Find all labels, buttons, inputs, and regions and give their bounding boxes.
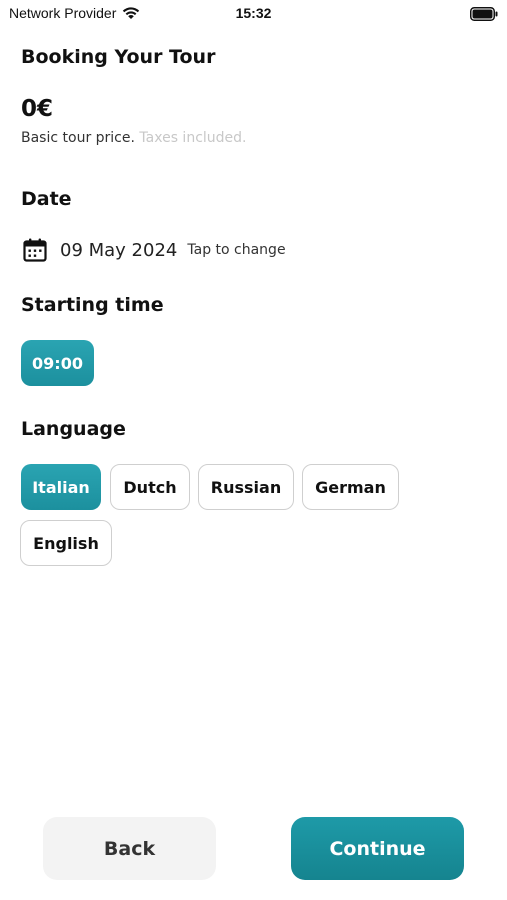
language-option-english[interactable]: English: [20, 520, 112, 566]
language-option-german[interactable]: German: [302, 464, 399, 510]
battery-icon: [470, 6, 498, 21]
language-option-italian[interactable]: Italian: [21, 464, 101, 510]
status-bar: Network Provider 15:32: [0, 0, 507, 28]
continue-button[interactable]: Continue: [291, 817, 464, 880]
page-title: Booking Your Tour: [21, 46, 216, 68]
date-hint: Tap to change: [187, 242, 286, 258]
language-label: Language: [21, 418, 126, 440]
date-picker[interactable]: 09 May 2024 Tap to change: [21, 234, 286, 266]
time-option-0900[interactable]: 09:00: [21, 340, 94, 386]
price-note-text: Basic tour price.: [21, 130, 135, 146]
language-option-dutch[interactable]: Dutch: [110, 464, 190, 510]
status-time: 15:32: [235, 5, 272, 21]
price-note: Basic tour price. Taxes included.: [21, 130, 247, 146]
starting-time-label: Starting time: [21, 294, 164, 316]
back-button[interactable]: Back: [43, 817, 216, 880]
date-label: Date: [21, 188, 72, 210]
price-note-taxes: Taxes included.: [139, 130, 247, 146]
language-option-russian[interactable]: Russian: [198, 464, 294, 510]
date-value: 09 May 2024: [60, 239, 178, 261]
tour-price: 0€: [21, 96, 54, 122]
calendar-icon: [21, 236, 49, 264]
